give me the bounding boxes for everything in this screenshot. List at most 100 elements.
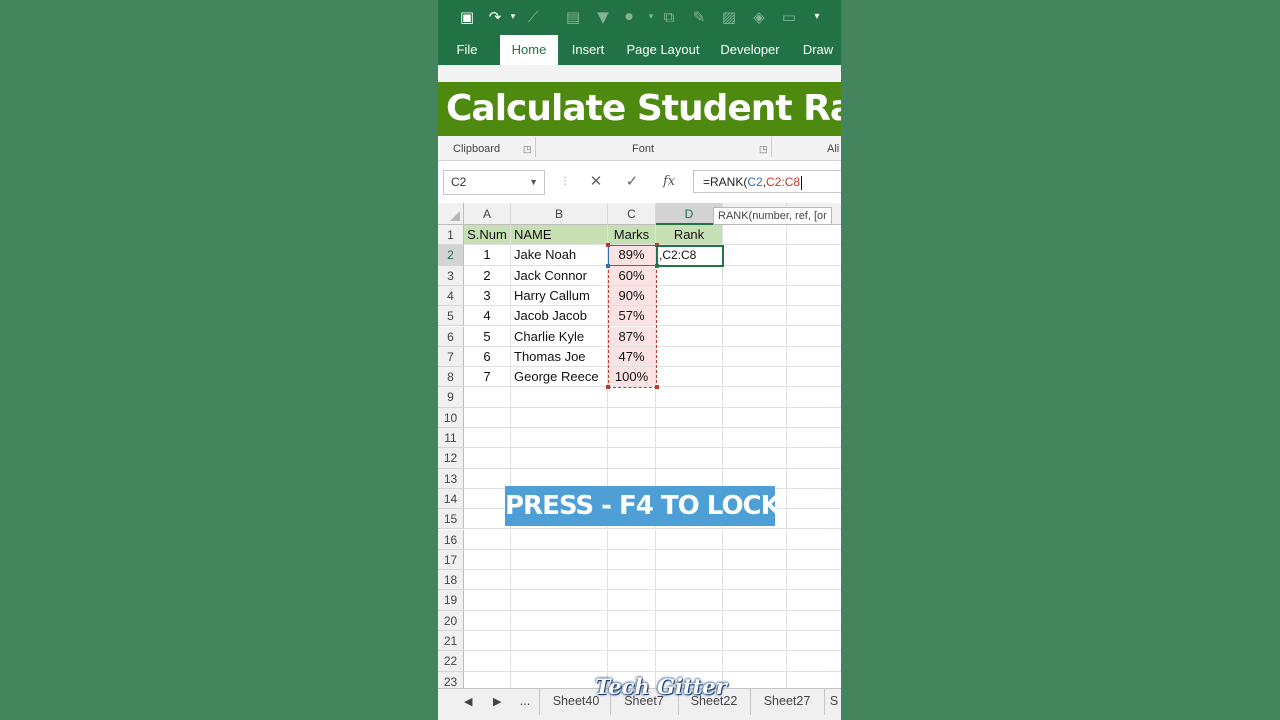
grid-cell[interactable] [787,448,841,469]
grid-cell[interactable] [723,225,787,246]
table-cell[interactable]: 6 [464,346,511,368]
autosave-icon[interactable]: ▣ [458,8,476,26]
grid-cell[interactable] [787,489,841,510]
grid-cell[interactable] [464,570,511,591]
grid-cell[interactable] [608,448,656,469]
formula-input[interactable]: =RANK(C2,C2:C8 [693,170,841,193]
grid-cell[interactable] [656,590,723,611]
table-cell[interactable]: 4 [464,306,511,327]
tab-insert[interactable]: Insert [566,35,610,65]
grid-cell[interactable] [723,651,787,672]
row-header[interactable]: 12 [438,448,464,469]
grid-cell[interactable] [723,387,787,408]
sheet-tab[interactable]: S [824,689,841,715]
grid-cell[interactable] [608,631,656,652]
grid-cell[interactable] [464,549,511,571]
comment-icon[interactable]: ▭ [780,8,798,26]
range-handle[interactable] [655,385,659,389]
grid-cell[interactable] [464,468,511,489]
table-cell[interactable]: 3 [464,285,511,307]
filter-icon[interactable]: ▼ [594,8,612,26]
grid-cell[interactable] [511,671,608,688]
font-launcher-icon[interactable]: ◳ [759,144,768,155]
column-header-b[interactable]: B [511,203,608,225]
row-header[interactable]: 22 [438,651,464,672]
grid-cell[interactable] [511,651,608,672]
grid-cell[interactable] [787,408,841,428]
chart-icon[interactable]: ⟋ [524,8,542,26]
grid-cell[interactable] [464,590,511,611]
tab-file[interactable]: File [450,35,484,65]
grid-cell[interactable] [511,448,608,469]
grid-cell[interactable] [723,265,787,286]
row-header[interactable]: 21 [438,631,464,652]
grid-cell[interactable] [723,448,787,469]
camera-icon[interactable]: ⧉ [660,8,678,26]
grid-cell[interactable] [787,570,841,591]
table-cell[interactable]: Jack Connor [511,265,608,286]
grid-cell[interactable] [656,631,723,652]
table-cell[interactable]: Jake Noah [511,245,608,266]
dropdown-icon[interactable]: ▾ [642,8,660,26]
grid-cell[interactable] [464,610,511,631]
table-cell[interactable]: 5 [464,326,511,347]
grid-cell[interactable] [608,428,656,449]
grid-cell[interactable] [511,407,608,428]
tab-developer[interactable]: Developer [718,35,782,65]
table-cell[interactable]: 2 [464,265,511,286]
grid-cell[interactable] [608,549,656,571]
cancel-icon[interactable]: ✕ [583,170,609,193]
grid-cell[interactable] [787,327,841,347]
grid-cell[interactable] [656,407,723,428]
bullet-icon[interactable]: ● [620,8,638,26]
grid-cell[interactable] [656,529,723,550]
format-painter-icon[interactable]: ✎ [690,8,708,26]
grid-cell[interactable] [723,428,787,449]
grid-cell[interactable] [608,651,656,672]
spreadsheet-grid[interactable]: A B C D 1 2 3 4 5 6 7 8 9 10 11 12 13 14 15 16 17 18 19 20 2… [438,203,841,688]
range-handle[interactable] [606,264,610,268]
grid-cell[interactable] [723,326,787,347]
table-cell[interactable]: Thomas Joe [511,346,608,368]
table-cell[interactable]: 7 [464,367,511,388]
row-header[interactable]: 19 [438,590,464,611]
grid-cell[interactable] [787,611,841,631]
row-header[interactable]: 5 [438,306,464,327]
table-cell[interactable]: George Reece [511,367,608,388]
grid-cell[interactable] [787,530,841,550]
table-cell[interactable]: 1 [464,245,511,266]
grid-cell[interactable] [608,570,656,591]
table-cell[interactable]: Charlie Kyle [511,326,608,347]
grid-cell[interactable] [608,387,656,408]
row-header[interactable]: 8 [438,367,464,388]
tab-page-layout[interactable]: Page Layout [624,35,702,65]
column-header-c[interactable]: C [608,203,656,225]
grid-cell[interactable] [787,469,841,489]
row-header[interactable]: 9 [438,387,464,408]
row-header[interactable]: 15 [438,509,464,530]
row-header[interactable]: 10 [438,407,464,428]
grid-cell[interactable] [723,346,787,368]
grid-cell[interactable] [464,509,511,530]
row-header[interactable]: 1 [438,225,464,246]
row-header[interactable]: 14 [438,488,464,510]
table-header-cell[interactable]: NAME [511,225,608,246]
grid-cell[interactable] [723,367,787,388]
grid-cell[interactable] [787,225,841,246]
grid-cell[interactable] [464,631,511,652]
grid-cell[interactable] [608,529,656,550]
grid-cell[interactable] [656,367,723,388]
picture-icon[interactable]: ▨ [720,8,738,26]
grid-cell[interactable] [723,549,787,571]
row-header[interactable]: 20 [438,610,464,631]
grid-cell[interactable] [656,610,723,631]
redo-dropdown-icon[interactable]: ▾ [504,8,522,26]
table-cell[interactable]: Jacob Jacob [511,306,608,327]
grid-cell[interactable] [787,306,841,327]
grid-cell[interactable] [787,590,841,611]
grid-cell[interactable] [511,387,608,408]
grid-cell[interactable] [608,610,656,631]
row-header[interactable]: 23 [438,671,464,688]
grid-cell[interactable] [464,407,511,428]
row-header[interactable]: 11 [438,428,464,449]
